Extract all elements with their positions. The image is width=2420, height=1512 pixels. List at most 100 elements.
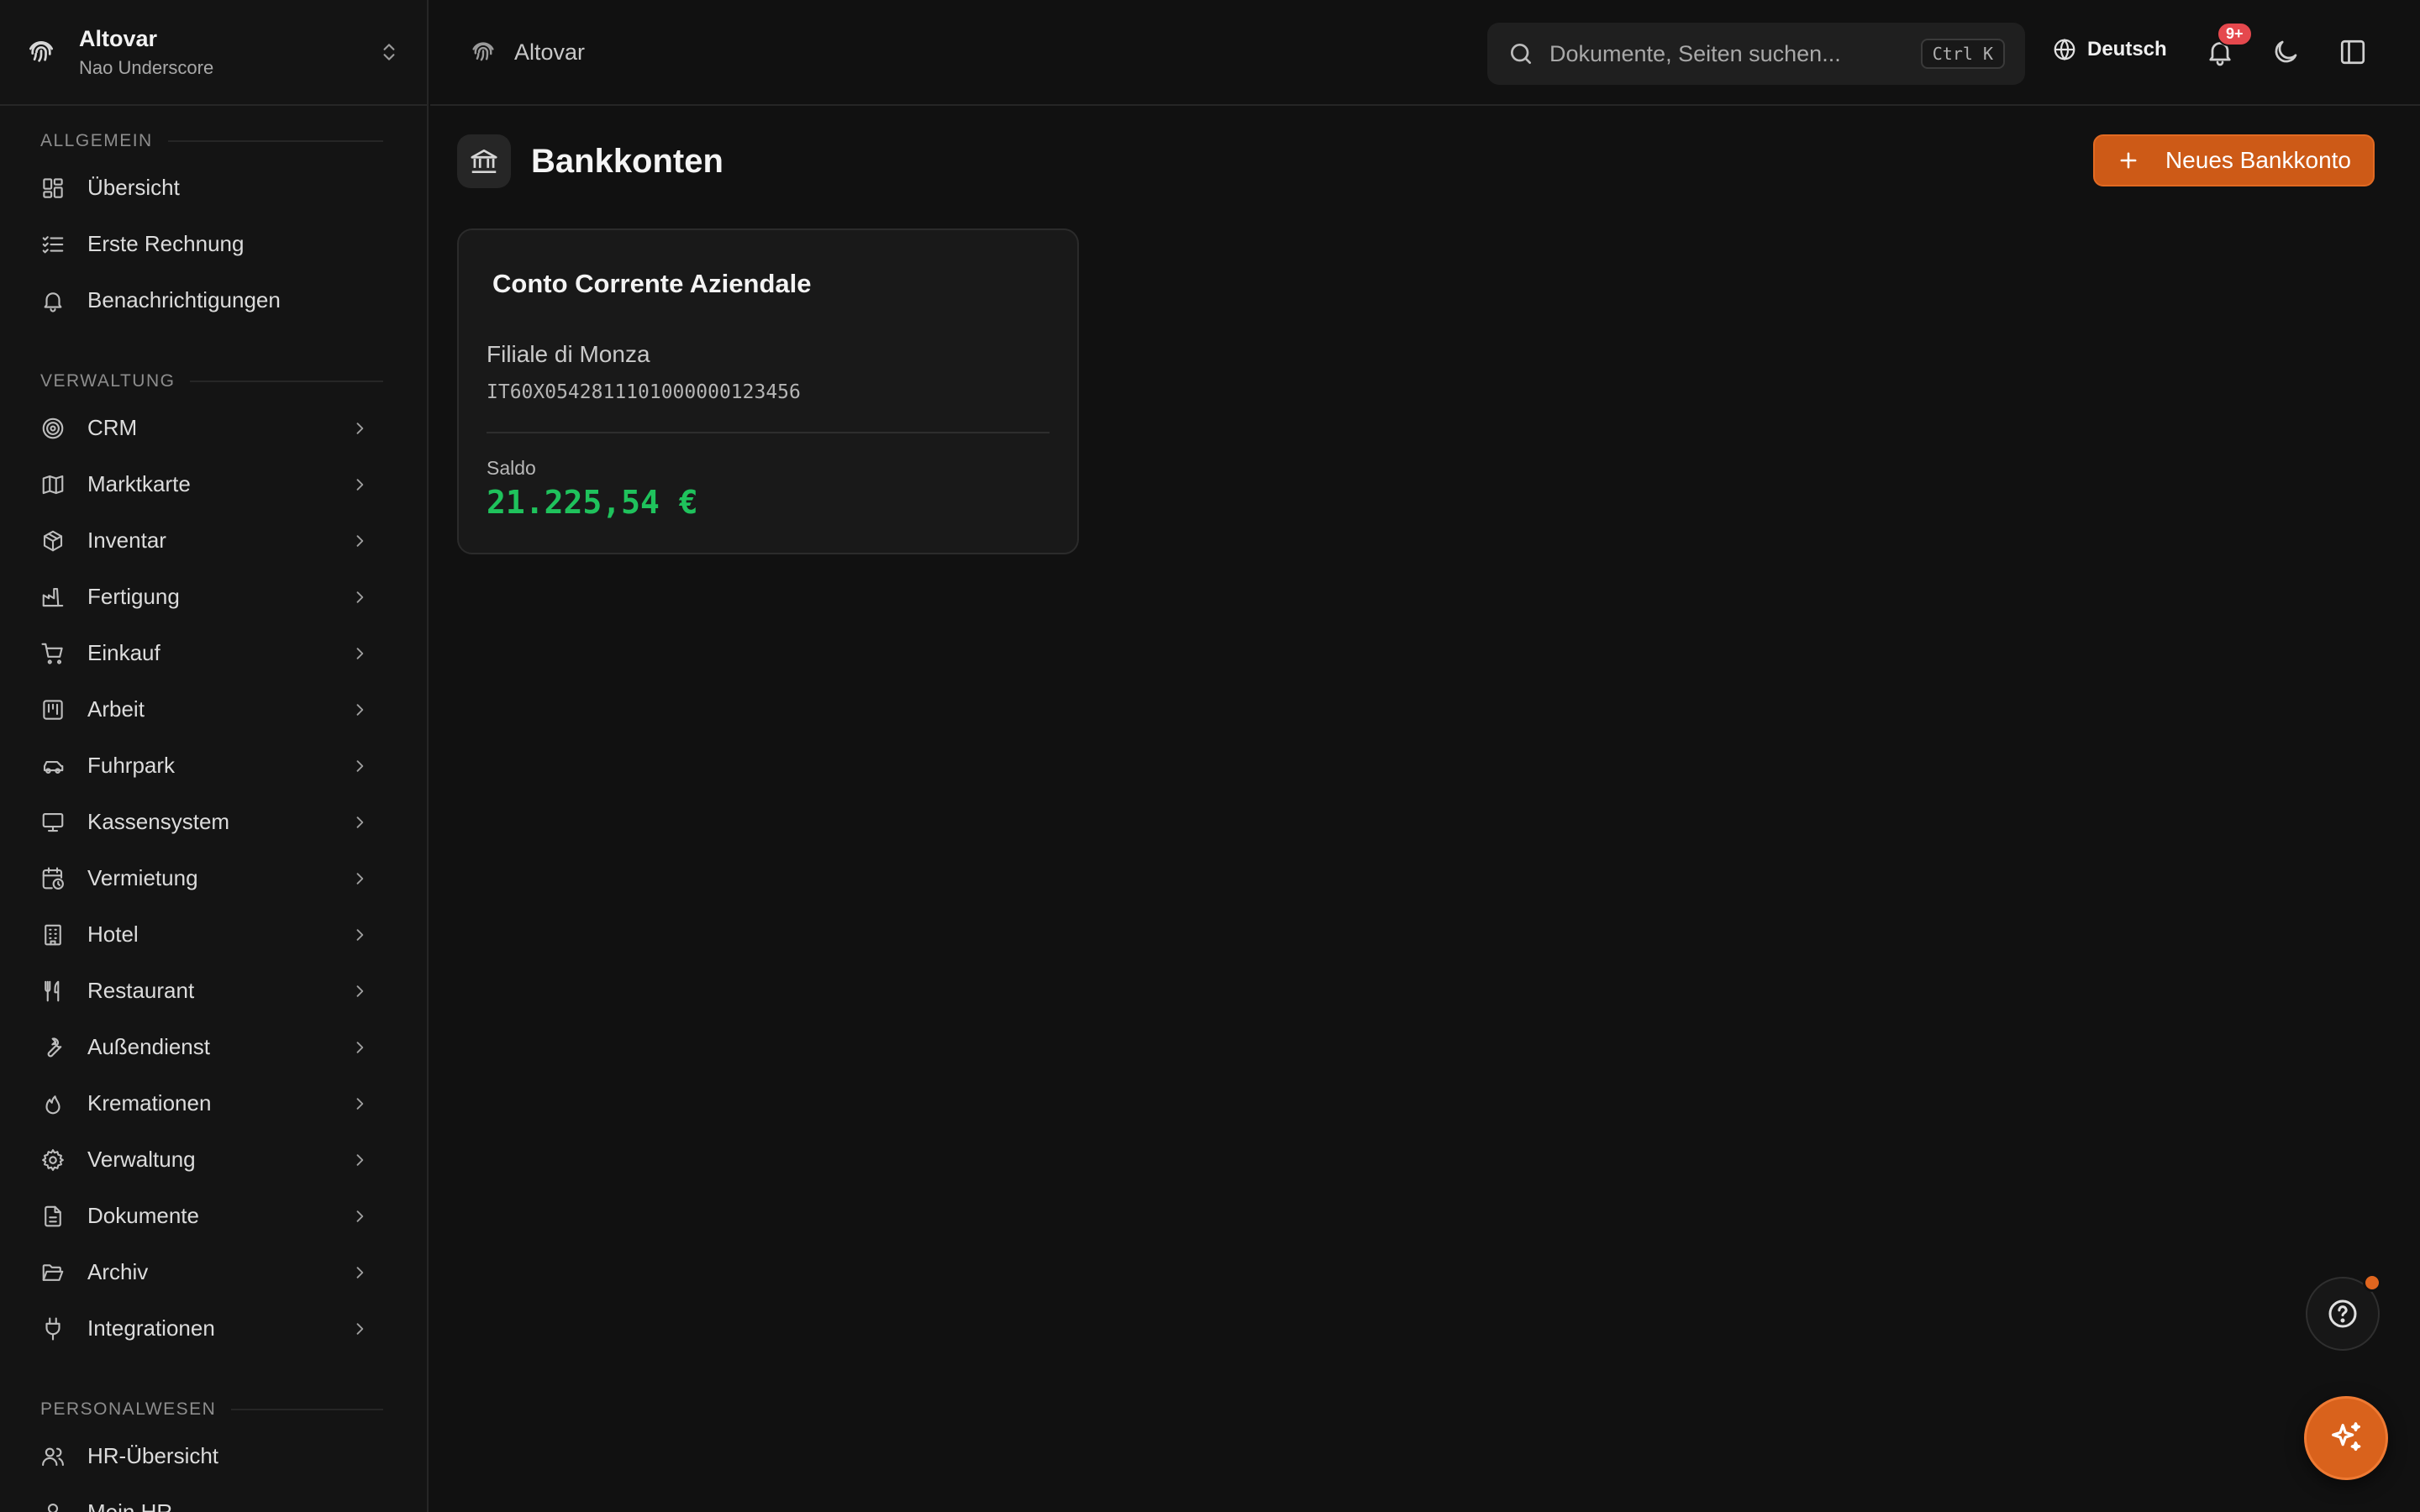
chevron-right-icon: [356, 928, 364, 941]
chevron-right-icon: [356, 591, 364, 603]
chevron-right-icon: [356, 422, 364, 434]
chevron-right-icon: [356, 1266, 364, 1278]
sidebar-item-label: Integrationen: [87, 1315, 215, 1341]
help-circle-icon: [2328, 1299, 2357, 1328]
language-switcher[interactable]: Deutsch: [2052, 37, 2167, 62]
sidebar-item-fertigung[interactable]: Fertigung: [0, 569, 427, 625]
ai-assistant-button[interactable]: [2304, 1396, 2388, 1480]
user-icon: [47, 1503, 59, 1512]
globe-icon: [2054, 38, 2075, 61]
language-label: Deutsch: [2087, 38, 2167, 60]
sidebar-item-label: HR-Übersicht: [87, 1443, 219, 1468]
sidebar-section-personalwesen: PERSONALWESEN HR-Übersicht Mein HR: [0, 1393, 427, 1512]
sidebar-item-label: Arbeit: [87, 696, 145, 722]
chevron-right-icon: [356, 647, 364, 659]
utensils-icon: [45, 980, 60, 1001]
bank-icon: [457, 134, 511, 188]
search-shortcut-badge: Ctrl K: [1920, 39, 2005, 69]
sidebar-item-aussendienst[interactable]: Außendienst: [0, 1019, 427, 1075]
sidebar-item-erste-rechnung[interactable]: Erste Rechnung: [0, 216, 427, 272]
sidebar-item-crm[interactable]: CRM: [0, 400, 427, 456]
folder-open-icon: [42, 1263, 64, 1281]
sidebar-item-integrationen[interactable]: Integrationen: [0, 1300, 427, 1357]
kanban-icon: [43, 699, 63, 720]
section-label: ALLGEMEIN: [0, 124, 427, 158]
monitor-icon: [42, 812, 64, 832]
chevrons-up-down-icon: [383, 44, 395, 60]
sidebar-item-label: Marktkarte: [87, 471, 191, 496]
sidebar-item-label: Außendienst: [87, 1034, 210, 1059]
sidebar-item-label: Übersicht: [87, 175, 180, 200]
search-bar[interactable]: Ctrl K: [1487, 23, 2025, 85]
org-switcher[interactable]: Altovar Nao Underscore: [0, 0, 427, 106]
account-iban: IT60X0542811101000000123456: [487, 381, 801, 403]
target-icon: [42, 417, 64, 438]
breadcrumb[interactable]: Altovar: [469, 38, 585, 66]
section-label: PERSONALWESEN: [0, 1393, 427, 1426]
sidebar-item-vermietung[interactable]: Vermietung: [0, 850, 427, 906]
plus-icon: [2120, 152, 2137, 169]
new-bank-account-label: Neues Bankkonto: [2165, 147, 2351, 173]
sidebar-item-label: Fertigung: [87, 584, 180, 609]
org-subtitle: Nao Underscore: [79, 56, 214, 78]
sidebar-item-label: Einkauf: [87, 640, 160, 665]
app-root: Altovar Nao Underscore ALLGEMEIN Übersic…: [0, 0, 2420, 1512]
calendar-clock-icon: [42, 866, 64, 890]
sidebar-item-label: CRM: [87, 415, 138, 440]
search-input[interactable]: [1549, 40, 1921, 67]
sidebar-item-arbeit[interactable]: Arbeit: [0, 681, 427, 738]
chevron-right-icon: [356, 1041, 364, 1053]
sidebar-item-benachrichtigungen[interactable]: Benachrichtigungen: [0, 272, 427, 328]
chevron-right-icon: [356, 984, 364, 997]
account-balance: 21.225,54 €: [487, 484, 698, 521]
sidebar-item-kassensystem[interactable]: Kassensystem: [0, 794, 427, 850]
file-icon: [45, 1205, 61, 1226]
sidebar-section-verwaltung: VERWALTUNG CRM Marktkarte Inventar Fertigun…: [0, 365, 427, 1357]
new-bank-account-button[interactable]: Neues Bankkonto: [2092, 134, 2375, 186]
sidebar-item-label: Restaurant: [87, 978, 195, 1003]
sidebar-item-ubersicht[interactable]: Übersicht: [0, 160, 427, 216]
sidebar-item-hr-ubersicht[interactable]: HR-Übersicht: [0, 1428, 427, 1484]
plug-icon: [45, 1316, 60, 1341]
chevron-right-icon: [356, 1210, 364, 1222]
search-icon: [1511, 44, 1531, 64]
sidebar-item-label: Dokumente: [87, 1203, 199, 1228]
sidebar-item-label: Benachrichtigungen: [87, 287, 281, 312]
panel-toggle-icon[interactable]: [2338, 37, 2368, 67]
sidebar-item-marktkarte[interactable]: Marktkarte: [0, 456, 427, 512]
sidebar: Altovar Nao Underscore ALLGEMEIN Übersic…: [0, 0, 429, 1512]
factory-icon: [42, 587, 64, 606]
sidebar-item-einkauf[interactable]: Einkauf: [0, 625, 427, 681]
sidebar-item-mein-hr[interactable]: Mein HR: [0, 1484, 427, 1512]
checklist-icon: [42, 235, 64, 253]
cart-icon: [41, 643, 63, 664]
package-icon: [43, 530, 63, 551]
sidebar-item-label: Inventar: [87, 528, 166, 553]
sidebar-item-kremationen[interactable]: Kremationen: [0, 1075, 427, 1131]
sidebar-item-restaurant[interactable]: Restaurant: [0, 963, 427, 1019]
car-icon: [43, 760, 64, 774]
chevron-right-icon: [356, 478, 364, 491]
sidebar-item-archiv[interactable]: Archiv: [0, 1244, 427, 1300]
main-content: Bankkonten Neues Bankkonto Conto Corrent…: [430, 108, 2420, 1512]
sidebar-item-inventar[interactable]: Inventar: [0, 512, 427, 569]
help-indicator-dot: [2363, 1273, 2381, 1292]
bell-icon: [44, 291, 62, 312]
bank-account-card[interactable]: Conto Corrente Aziendale Filiale di Monz…: [457, 228, 1079, 554]
sidebar-item-label: Mein HR: [87, 1499, 173, 1512]
sidebar-item-label: Kassensystem: [87, 809, 230, 834]
notification-badge: 9+: [2217, 22, 2253, 46]
sidebar-item-hotel[interactable]: Hotel: [0, 906, 427, 963]
sidebar-item-verwaltung[interactable]: Verwaltung: [0, 1131, 427, 1188]
gear-icon: [42, 1148, 64, 1171]
chevron-right-icon: [356, 703, 364, 716]
moon-icon[interactable]: [2270, 37, 2301, 67]
chevron-right-icon: [356, 1322, 364, 1335]
fingerprint-icon: [29, 40, 54, 62]
fingerprint-icon: [472, 42, 494, 61]
chevron-right-icon: [356, 1153, 364, 1166]
sidebar-item-dokumente[interactable]: Dokumente: [0, 1188, 427, 1244]
sidebar-item-label: Verwaltung: [87, 1147, 196, 1172]
sidebar-item-fuhrpark[interactable]: Fuhrpark: [0, 738, 427, 794]
chevron-right-icon: [356, 816, 364, 828]
